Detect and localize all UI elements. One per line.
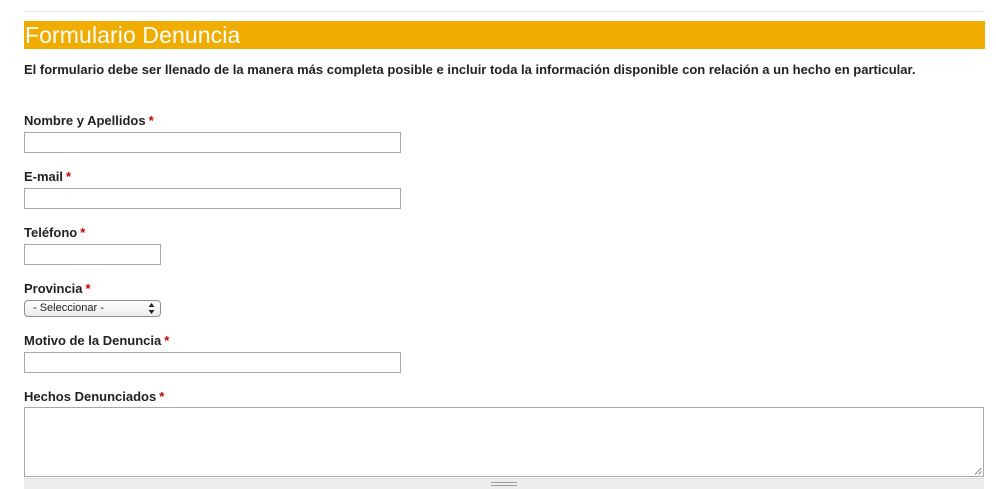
form-intro-text: El formulario debe ser llenado de la man… [24,62,916,77]
telefono-label-text: Teléfono [24,225,78,240]
required-asterisk: * [159,389,165,404]
provincia-select[interactable]: - Seleccionar - [24,300,161,317]
hechos-label: Hechos Denunciados * [24,389,164,404]
nombre-label: Nombre y Apellidos * [24,113,154,128]
motivo-label-text: Motivo de la Denuncia [24,333,162,348]
hechos-textarea[interactable] [24,407,984,477]
email-label-text: E-mail [24,169,64,184]
up-down-arrows-icon [148,303,155,314]
resize-grip-icon[interactable] [973,466,982,475]
required-asterisk: * [148,113,154,128]
textarea-drag-bar[interactable] [24,478,984,489]
email-label: E-mail * [24,169,71,184]
required-asterisk: * [66,169,72,184]
top-divider [24,11,985,12]
required-asterisk: * [85,281,91,296]
form-title: Formulario Denuncia [25,22,241,48]
motivo-input[interactable] [24,352,401,373]
drag-handle-icon[interactable] [491,482,517,486]
provincia-label-text: Provincia [24,281,83,296]
form-header: Formulario Denuncia [24,21,985,49]
required-asterisk: * [80,225,86,240]
provincia-label: Provincia * [24,281,91,296]
required-asterisk: * [164,333,170,348]
provincia-select-value: - Seleccionar - [33,302,104,314]
page: Formulario Denuncia El formulario debe s… [0,0,996,489]
motivo-label: Motivo de la Denuncia * [24,333,169,348]
email-input[interactable] [24,188,401,209]
hechos-label-text: Hechos Denunciados [24,389,157,404]
nombre-label-text: Nombre y Apellidos [24,113,146,128]
nombre-input[interactable] [24,132,401,153]
telefono-label: Teléfono * [24,225,85,240]
telefono-input[interactable] [24,244,161,265]
